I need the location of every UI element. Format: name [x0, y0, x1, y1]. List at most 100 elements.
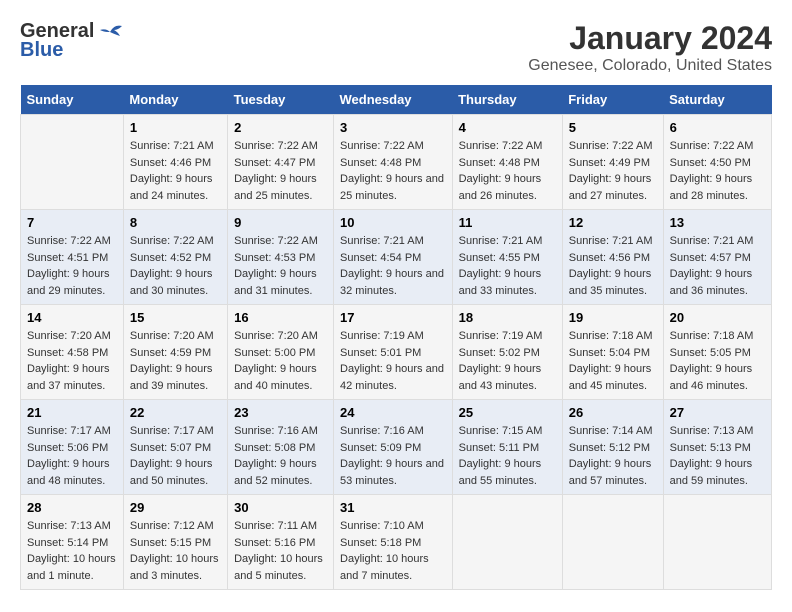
day-number: 29	[130, 500, 221, 515]
day-info: Sunrise: 7:21 AMSunset: 4:55 PMDaylight:…	[459, 233, 556, 299]
day-number: 3	[340, 120, 446, 135]
header-tuesday: Tuesday	[228, 85, 334, 115]
day-info: Sunrise: 7:10 AMSunset: 5:18 PMDaylight:…	[340, 518, 446, 584]
page-header: General Blue January 2024 Genesee, Color…	[20, 20, 772, 75]
calendar-cell: 12 Sunrise: 7:21 AMSunset: 4:56 PMDaylig…	[562, 210, 663, 305]
calendar-cell: 5 Sunrise: 7:22 AMSunset: 4:49 PMDayligh…	[562, 115, 663, 210]
day-number: 27	[670, 405, 765, 420]
calendar-cell: 19 Sunrise: 7:18 AMSunset: 5:04 PMDaylig…	[562, 305, 663, 400]
calendar-cell: 4 Sunrise: 7:22 AMSunset: 4:48 PMDayligh…	[452, 115, 562, 210]
day-number: 28	[27, 500, 117, 515]
day-number: 2	[234, 120, 327, 135]
calendar-cell: 16 Sunrise: 7:20 AMSunset: 5:00 PMDaylig…	[228, 305, 334, 400]
logo-blue-text: Blue	[20, 39, 63, 62]
calendar-week-row: 14 Sunrise: 7:20 AMSunset: 4:58 PMDaylig…	[21, 305, 772, 400]
day-info: Sunrise: 7:18 AMSunset: 5:04 PMDaylight:…	[569, 328, 657, 394]
day-info: Sunrise: 7:14 AMSunset: 5:12 PMDaylight:…	[569, 423, 657, 489]
day-info: Sunrise: 7:22 AMSunset: 4:50 PMDaylight:…	[670, 138, 765, 204]
day-number: 13	[670, 215, 765, 230]
logo: General Blue	[20, 20, 124, 62]
calendar-cell: 9 Sunrise: 7:22 AMSunset: 4:53 PMDayligh…	[228, 210, 334, 305]
calendar-cell	[21, 115, 124, 210]
calendar-cell: 23 Sunrise: 7:16 AMSunset: 5:08 PMDaylig…	[228, 400, 334, 495]
day-number: 1	[130, 120, 221, 135]
calendar-cell: 26 Sunrise: 7:14 AMSunset: 5:12 PMDaylig…	[562, 400, 663, 495]
day-number: 21	[27, 405, 117, 420]
day-info: Sunrise: 7:19 AMSunset: 5:02 PMDaylight:…	[459, 328, 556, 394]
calendar-cell: 14 Sunrise: 7:20 AMSunset: 4:58 PMDaylig…	[21, 305, 124, 400]
calendar-cell: 22 Sunrise: 7:17 AMSunset: 5:07 PMDaylig…	[123, 400, 227, 495]
calendar-cell: 30 Sunrise: 7:11 AMSunset: 5:16 PMDaylig…	[228, 495, 334, 590]
calendar-cell	[452, 495, 562, 590]
header-wednesday: Wednesday	[334, 85, 453, 115]
day-info: Sunrise: 7:13 AMSunset: 5:14 PMDaylight:…	[27, 518, 117, 584]
day-info: Sunrise: 7:20 AMSunset: 4:58 PMDaylight:…	[27, 328, 117, 394]
day-number: 9	[234, 215, 327, 230]
day-info: Sunrise: 7:22 AMSunset: 4:48 PMDaylight:…	[340, 138, 446, 204]
day-info: Sunrise: 7:22 AMSunset: 4:49 PMDaylight:…	[569, 138, 657, 204]
day-info: Sunrise: 7:17 AMSunset: 5:07 PMDaylight:…	[130, 423, 221, 489]
day-number: 22	[130, 405, 221, 420]
day-info: Sunrise: 7:22 AMSunset: 4:47 PMDaylight:…	[234, 138, 327, 204]
day-info: Sunrise: 7:21 AMSunset: 4:54 PMDaylight:…	[340, 233, 446, 299]
calendar-cell: 28 Sunrise: 7:13 AMSunset: 5:14 PMDaylig…	[21, 495, 124, 590]
title-block: January 2024 Genesee, Colorado, United S…	[528, 20, 772, 75]
day-info: Sunrise: 7:12 AMSunset: 5:15 PMDaylight:…	[130, 518, 221, 584]
calendar-cell	[562, 495, 663, 590]
day-number: 17	[340, 310, 446, 325]
day-number: 8	[130, 215, 221, 230]
day-info: Sunrise: 7:15 AMSunset: 5:11 PMDaylight:…	[459, 423, 556, 489]
day-number: 5	[569, 120, 657, 135]
day-number: 14	[27, 310, 117, 325]
calendar-cell: 31 Sunrise: 7:10 AMSunset: 5:18 PMDaylig…	[334, 495, 453, 590]
day-info: Sunrise: 7:22 AMSunset: 4:51 PMDaylight:…	[27, 233, 117, 299]
header-monday: Monday	[123, 85, 227, 115]
day-number: 24	[340, 405, 446, 420]
calendar-cell: 1 Sunrise: 7:21 AMSunset: 4:46 PMDayligh…	[123, 115, 227, 210]
day-number: 18	[459, 310, 556, 325]
day-number: 7	[27, 215, 117, 230]
calendar-cell	[663, 495, 771, 590]
day-info: Sunrise: 7:17 AMSunset: 5:06 PMDaylight:…	[27, 423, 117, 489]
calendar-week-row: 1 Sunrise: 7:21 AMSunset: 4:46 PMDayligh…	[21, 115, 772, 210]
day-number: 23	[234, 405, 327, 420]
day-info: Sunrise: 7:13 AMSunset: 5:13 PMDaylight:…	[670, 423, 765, 489]
calendar-subtitle: Genesee, Colorado, United States	[528, 57, 772, 75]
day-number: 15	[130, 310, 221, 325]
day-number: 4	[459, 120, 556, 135]
header-thursday: Thursday	[452, 85, 562, 115]
day-info: Sunrise: 7:18 AMSunset: 5:05 PMDaylight:…	[670, 328, 765, 394]
calendar-cell: 10 Sunrise: 7:21 AMSunset: 4:54 PMDaylig…	[334, 210, 453, 305]
day-info: Sunrise: 7:20 AMSunset: 5:00 PMDaylight:…	[234, 328, 327, 394]
calendar-cell: 13 Sunrise: 7:21 AMSunset: 4:57 PMDaylig…	[663, 210, 771, 305]
calendar-table: Sunday Monday Tuesday Wednesday Thursday…	[20, 85, 772, 590]
day-info: Sunrise: 7:16 AMSunset: 5:09 PMDaylight:…	[340, 423, 446, 489]
day-info: Sunrise: 7:21 AMSunset: 4:57 PMDaylight:…	[670, 233, 765, 299]
header-sunday: Sunday	[21, 85, 124, 115]
calendar-cell: 21 Sunrise: 7:17 AMSunset: 5:06 PMDaylig…	[21, 400, 124, 495]
day-number: 25	[459, 405, 556, 420]
day-info: Sunrise: 7:20 AMSunset: 4:59 PMDaylight:…	[130, 328, 221, 394]
day-info: Sunrise: 7:19 AMSunset: 5:01 PMDaylight:…	[340, 328, 446, 394]
day-number: 10	[340, 215, 446, 230]
calendar-header-row: Sunday Monday Tuesday Wednesday Thursday…	[21, 85, 772, 115]
day-number: 31	[340, 500, 446, 515]
day-info: Sunrise: 7:21 AMSunset: 4:46 PMDaylight:…	[130, 138, 221, 204]
calendar-cell: 3 Sunrise: 7:22 AMSunset: 4:48 PMDayligh…	[334, 115, 453, 210]
calendar-cell: 24 Sunrise: 7:16 AMSunset: 5:09 PMDaylig…	[334, 400, 453, 495]
calendar-cell: 15 Sunrise: 7:20 AMSunset: 4:59 PMDaylig…	[123, 305, 227, 400]
calendar-cell: 20 Sunrise: 7:18 AMSunset: 5:05 PMDaylig…	[663, 305, 771, 400]
header-saturday: Saturday	[663, 85, 771, 115]
day-info: Sunrise: 7:21 AMSunset: 4:56 PMDaylight:…	[569, 233, 657, 299]
day-number: 6	[670, 120, 765, 135]
calendar-week-row: 28 Sunrise: 7:13 AMSunset: 5:14 PMDaylig…	[21, 495, 772, 590]
day-info: Sunrise: 7:22 AMSunset: 4:52 PMDaylight:…	[130, 233, 221, 299]
calendar-week-row: 7 Sunrise: 7:22 AMSunset: 4:51 PMDayligh…	[21, 210, 772, 305]
day-number: 26	[569, 405, 657, 420]
day-number: 19	[569, 310, 657, 325]
calendar-cell: 18 Sunrise: 7:19 AMSunset: 5:02 PMDaylig…	[452, 305, 562, 400]
calendar-cell: 11 Sunrise: 7:21 AMSunset: 4:55 PMDaylig…	[452, 210, 562, 305]
calendar-title: January 2024	[528, 20, 772, 57]
calendar-cell: 25 Sunrise: 7:15 AMSunset: 5:11 PMDaylig…	[452, 400, 562, 495]
day-info: Sunrise: 7:22 AMSunset: 4:53 PMDaylight:…	[234, 233, 327, 299]
